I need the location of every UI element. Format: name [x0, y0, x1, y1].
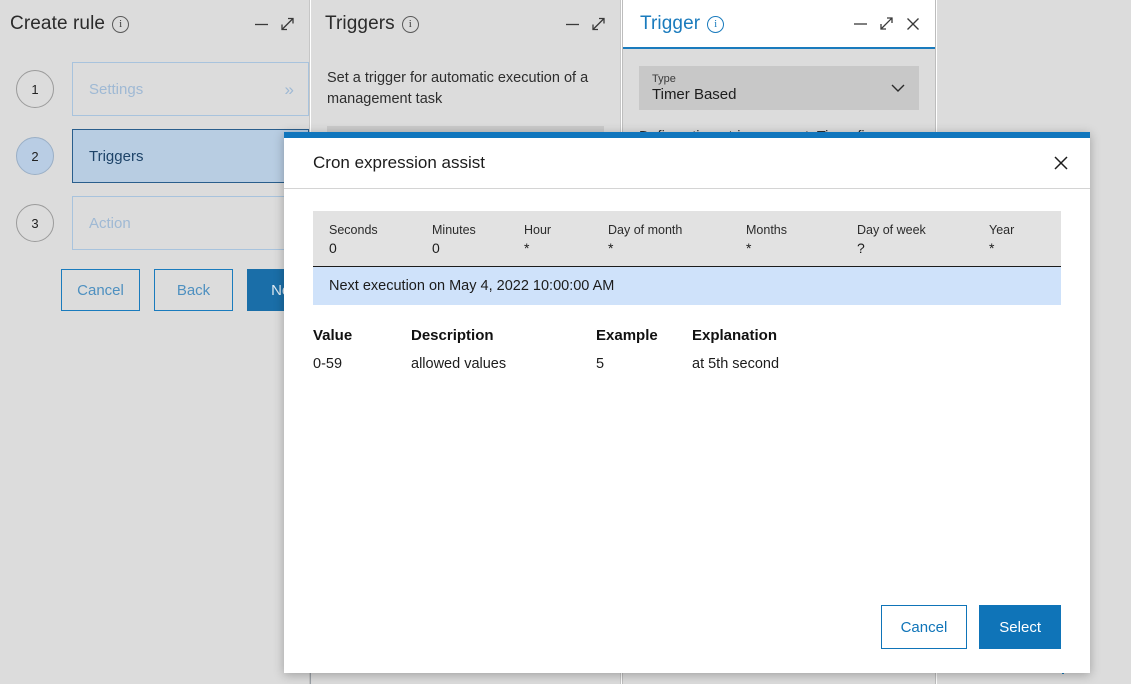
trigger-type-select[interactable]: Type Timer Based [639, 66, 919, 110]
trigger-title: Trigger [640, 12, 701, 34]
cron-fields-table: Seconds 0 Minutes 0 Hour * Day of month … [313, 211, 1061, 267]
step-label-settings: Settings [89, 80, 144, 98]
step-label-action: Action [89, 214, 131, 232]
cron-label-seconds: Seconds [329, 223, 378, 237]
page-title: Create rule [10, 12, 106, 34]
trigger-type-label: Type [652, 73, 676, 85]
cron-label-year: Year [989, 223, 1015, 237]
dialog-title: Cron expression assist [313, 153, 485, 172]
wizard-step-triggers: 2 Triggers » [0, 128, 309, 184]
wizard-step-action: 3 Action » [0, 195, 309, 251]
cron-value-minutes: 0 [432, 240, 440, 256]
cron-legend-table: Value Description Example Explanation 0-… [313, 327, 1061, 372]
wizard-step-settings: 1 Settings » [0, 61, 309, 117]
dialog-select-button[interactable]: Select [979, 605, 1061, 649]
chevron-double-right-icon: » [284, 79, 294, 99]
cron-field-hour[interactable]: Hour * [508, 222, 592, 257]
step-label-triggers: Triggers [89, 147, 144, 165]
legend-header-example: Example [596, 327, 658, 344]
minimize-icon[interactable] [853, 16, 868, 31]
trigger-type-text: Type Timer Based [652, 73, 736, 103]
dialog-header: Cron expression assist [284, 138, 1090, 189]
sidebar-item-action[interactable]: Action » [72, 196, 309, 250]
cron-field-day-of-week[interactable]: Day of week ? [841, 222, 973, 257]
cron-field-minutes[interactable]: Minutes 0 [416, 222, 508, 257]
sidebar-item-triggers[interactable]: Triggers » [72, 129, 309, 183]
cron-label-day-of-month: Day of month [608, 223, 683, 237]
info-icon[interactable]: i [401, 16, 419, 33]
panel-divider [310, 673, 311, 684]
info-icon[interactable]: i [707, 16, 725, 33]
cron-label-day-of-week: Day of week [857, 223, 926, 237]
legend-header-explanation: Explanation [692, 327, 778, 344]
panel-create-rule: Create rule i 1 Settings » 2 Triggers 3 … [0, 0, 326, 684]
legend-header-description: Description [411, 327, 494, 344]
cron-label-months: Months [746, 223, 787, 237]
create-rule-header: Create rule i [0, 0, 309, 47]
dialog-footer: Cancel Select [284, 581, 1090, 673]
cron-field-day-of-month[interactable]: Day of month * [592, 222, 730, 257]
cancel-button[interactable]: Cancel [61, 269, 140, 311]
cron-field-seconds[interactable]: Seconds 0 [313, 222, 416, 257]
legend-cell-value: 0-59 [313, 356, 343, 372]
back-button[interactable]: Back [154, 269, 233, 311]
triggers-window-controls [565, 16, 606, 31]
cron-value-hour: * [524, 240, 530, 256]
create-rule-window-controls [254, 16, 295, 31]
next-execution-banner: Next execution on May 4, 2022 10:00:00 A… [313, 267, 1061, 305]
legend-cell-example: 5 [596, 356, 605, 372]
cron-label-hour: Hour [524, 223, 552, 237]
cron-value-months: * [746, 240, 752, 256]
cron-label-minutes: Minutes [432, 223, 476, 237]
cron-value-year: * [989, 240, 995, 256]
close-icon[interactable] [905, 16, 921, 32]
info-icon[interactable]: i [112, 16, 130, 33]
cron-field-year[interactable]: Year * [973, 222, 1059, 257]
step-number-2: 2 [16, 137, 54, 175]
minimize-icon[interactable] [565, 16, 580, 31]
cron-value-seconds: 0 [329, 240, 337, 256]
cron-value-day-of-week: ? [857, 240, 865, 256]
trigger-window-controls [853, 16, 921, 32]
cron-value-day-of-month: * [608, 240, 614, 256]
cron-field-months[interactable]: Months * [730, 222, 841, 257]
close-icon[interactable] [1046, 148, 1076, 178]
triggers-title: Triggers [325, 12, 395, 34]
sidebar-item-settings[interactable]: Settings » [72, 62, 309, 116]
chevron-down-icon[interactable] [889, 79, 907, 97]
step-number-1: 1 [16, 70, 54, 108]
wizard-buttons: Cancel Back Next [0, 269, 326, 311]
minimize-icon[interactable] [254, 16, 269, 31]
triggers-description: Set a trigger for automatic execution of… [327, 70, 589, 107]
dialog-body: Seconds 0 Minutes 0 Hour * Day of month … [284, 189, 1090, 372]
trigger-header: Trigger i [623, 0, 935, 49]
expand-icon[interactable] [879, 16, 894, 31]
legend-cell-explanation: at 5th second [692, 356, 780, 372]
triggers-header: Triggers i [311, 0, 620, 47]
cron-expression-dialog: Cron expression assist Seconds 0 Minutes… [284, 132, 1090, 673]
expand-icon[interactable] [591, 16, 606, 31]
app-root: Create rule i 1 Settings » 2 Triggers 3 … [0, 0, 1131, 684]
trigger-type-value: Timer Based [652, 86, 737, 103]
legend-cell-description: allowed values [411, 356, 507, 372]
dialog-cancel-button[interactable]: Cancel [880, 605, 968, 649]
legend-header-row: Value Description Example Explanation [313, 327, 1061, 344]
legend-header-value: Value [313, 327, 353, 344]
legend-row: 0-59 allowed values 5 at 5th second [313, 344, 1061, 372]
expand-icon[interactable] [280, 16, 295, 31]
step-number-3: 3 [16, 204, 54, 242]
wizard-steps: 1 Settings » 2 Triggers » 3 Action » [0, 61, 309, 251]
